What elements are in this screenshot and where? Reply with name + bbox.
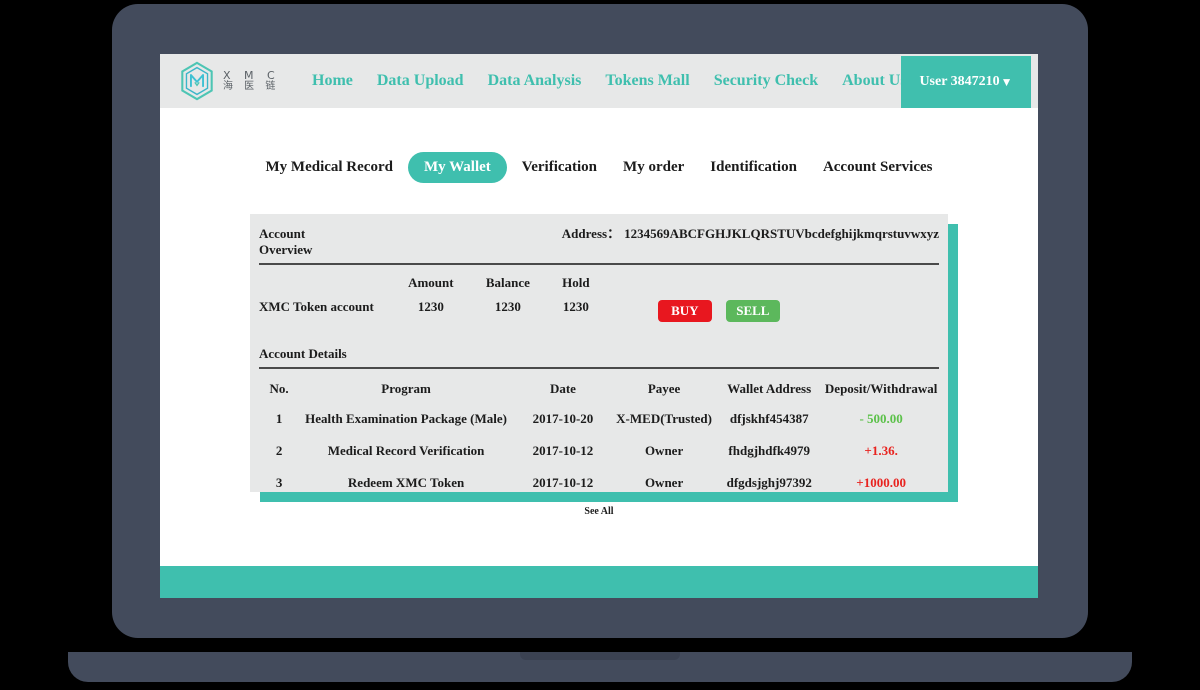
column-header-balance: Balance	[485, 275, 530, 290]
brand-logo[interactable]: X M C 海 医 链	[160, 60, 280, 102]
account-summary-header-row: Amount Balance Hold	[259, 275, 606, 299]
column-header-deposit-withdrawal: Deposit/Withdrawal	[824, 381, 938, 396]
site-header: X M C 海 医 链 Home Data Upload Data Analys…	[160, 54, 1038, 108]
column-header-amount: Amount	[408, 275, 454, 290]
row-program: Medical Record Verification	[327, 443, 485, 458]
sell-button[interactable]: SELL	[725, 300, 780, 322]
address-value: 1234569ABCFGHJKLQRSTUVbcdefghijkmqrstuvw…	[624, 226, 939, 241]
table-row[interactable]: 2 Medical Record Verification 2017-10-12…	[259, 435, 939, 467]
laptop-hinge	[520, 652, 680, 660]
row-wallet-address: fhdgjhdfk4979	[728, 443, 811, 458]
account-hold-value: 1230	[562, 299, 589, 314]
row-payee: X-MED(Trusted)	[616, 411, 712, 426]
column-header-wallet-address: Wallet Address	[727, 381, 812, 396]
table-row[interactable]: 3 Redeem XMC Token 2017-10-12 Owner dfgd…	[259, 467, 939, 499]
nav-item-about-us[interactable]: About Us	[842, 72, 906, 90]
column-header-program: Program	[381, 381, 431, 396]
row-no: 3	[275, 475, 283, 490]
tab-identification[interactable]: Identification	[699, 152, 808, 183]
account-overview-body: Amount Balance Hold XMC Token account 12…	[259, 265, 939, 337]
wallet-card-wrapper: Account Overview Address： 1234569ABCFGHJ…	[250, 214, 958, 520]
account-details-title: Account Details	[259, 346, 347, 361]
row-amount: - 500.00	[859, 411, 903, 426]
tab-my-order[interactable]: My order	[612, 152, 695, 183]
account-balance-value: 1230	[494, 299, 521, 314]
tab-my-wallet[interactable]: My Wallet	[407, 152, 507, 183]
row-no: 1	[275, 411, 283, 426]
wallet-sub-navigation: My Medical Record My Wallet Verification…	[160, 152, 1038, 183]
row-payee: Owner	[644, 475, 684, 490]
buy-button[interactable]: BUY	[657, 300, 712, 322]
brand-cjk-text: 海 医 链	[223, 80, 280, 92]
column-header-hold: Hold	[562, 275, 590, 290]
tab-account-services[interactable]: Account Services	[812, 152, 944, 183]
tab-verification[interactable]: Verification	[511, 152, 608, 183]
account-overview-title: Account Overview	[259, 226, 313, 257]
row-date: 2017-10-20	[532, 411, 594, 426]
chevron-down-icon: ▼	[1000, 74, 1013, 89]
row-amount: +1.36.	[864, 443, 898, 458]
see-all-button[interactable]: See All	[570, 503, 628, 520]
row-date: 2017-10-12	[532, 475, 594, 490]
trade-buttons: BUY SELL	[657, 300, 780, 322]
brand-text: X M C 海 医 链	[223, 70, 280, 92]
account-summary-table: Amount Balance Hold XMC Token account 12…	[259, 275, 606, 315]
account-amount-value: 1230	[417, 299, 444, 314]
row-no: 2	[275, 443, 283, 458]
row-amount: +1000.00	[856, 475, 906, 490]
account-details-table: No. Program Date Payee Wallet Address De…	[259, 375, 939, 499]
account-name-header	[259, 275, 392, 299]
column-header-payee: Payee	[647, 381, 681, 396]
account-details-header: Account Details	[259, 337, 939, 369]
see-all-wrapper: See All	[259, 503, 939, 520]
browser-viewport: X M C 海 医 链 Home Data Upload Data Analys…	[160, 54, 1038, 598]
brand-latin-text: X M C	[223, 68, 280, 82]
column-header-no: No.	[269, 381, 289, 396]
account-name-value: XMC Token account	[259, 299, 374, 314]
hexagon-m-logo-icon	[181, 61, 213, 101]
address-label: Address：	[561, 226, 621, 241]
row-program: Health Examination Package (Male)	[305, 411, 507, 426]
row-wallet-address: dfjskhf454387	[729, 411, 809, 426]
nav-item-data-upload[interactable]: Data Upload	[377, 72, 464, 90]
column-header-date: Date	[549, 381, 576, 396]
account-overview-header: Account Overview Address： 1234569ABCFGHJ…	[259, 214, 939, 265]
row-wallet-address: dfgdsjghj97392	[726, 475, 812, 490]
user-menu-label: User 3847210	[919, 74, 1000, 89]
nav-item-security-check[interactable]: Security Check	[714, 72, 818, 90]
main-navigation: Home Data Upload Data Analysis Tokens Ma…	[312, 72, 907, 90]
wallet-card: Account Overview Address： 1234569ABCFGHJ…	[250, 214, 948, 520]
details-header-row: No. Program Date Payee Wallet Address De…	[259, 375, 939, 403]
row-program: Redeem XMC Token	[347, 475, 465, 490]
account-summary-row: XMC Token account 1230 1230 1230	[259, 299, 606, 315]
user-menu-button[interactable]: User 3847210 ▼	[901, 56, 1031, 108]
nav-item-home[interactable]: Home	[312, 72, 353, 90]
row-date: 2017-10-12	[532, 443, 594, 458]
row-payee: Owner	[644, 443, 684, 458]
nav-item-tokens-mall[interactable]: Tokens Mall	[605, 72, 689, 90]
nav-item-data-analysis[interactable]: Data Analysis	[488, 72, 582, 90]
table-row[interactable]: 1 Health Examination Package (Male) 2017…	[259, 403, 939, 435]
tab-my-medical-record[interactable]: My Medical Record	[255, 152, 404, 183]
site-footer	[160, 566, 1038, 598]
